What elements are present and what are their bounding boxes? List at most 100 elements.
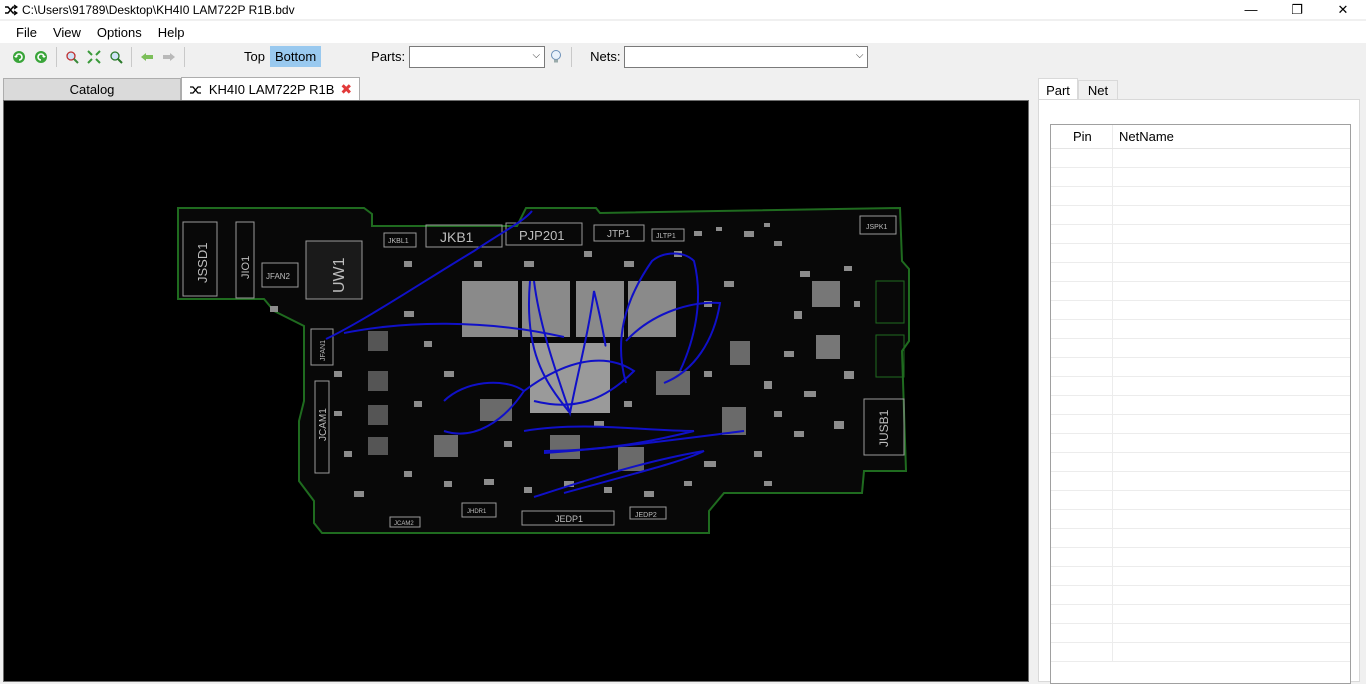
table-row[interactable] [1051, 415, 1350, 434]
table-row[interactable] [1051, 187, 1350, 206]
table-row[interactable] [1051, 301, 1350, 320]
table-row[interactable] [1051, 624, 1350, 643]
label-jedp2: JEDP2 [635, 512, 657, 519]
table-row[interactable] [1051, 263, 1350, 282]
tab-part-label: Part [1046, 82, 1070, 98]
tab-document[interactable]: KH4I0 LAM722P R1B ✖ [181, 77, 360, 101]
back-arrow-icon[interactable] [136, 46, 158, 68]
fit-icon[interactable] [83, 46, 105, 68]
netname-cell [1113, 282, 1350, 300]
table-row[interactable] [1051, 472, 1350, 491]
menu-view[interactable]: View [45, 23, 89, 42]
board-canvas[interactable]: JSSD1 JIO1 JFAN2 UW1 JKBL1 JKB1 PJP201 J… [3, 100, 1029, 682]
table-row[interactable] [1051, 282, 1350, 301]
pin-cell [1051, 301, 1113, 319]
top-view-button[interactable]: Top [239, 46, 270, 67]
netname-cell [1113, 453, 1350, 471]
tab-net-label: Net [1087, 83, 1109, 98]
table-row[interactable] [1051, 320, 1350, 339]
pin-cell [1051, 415, 1113, 433]
close-tab-icon[interactable]: ✖ [340, 81, 352, 98]
ic-mid-7 [434, 435, 458, 457]
label-jkb1: JKB1 [440, 229, 474, 245]
label-jio1: JIO1 [240, 256, 252, 279]
table-row[interactable] [1051, 643, 1350, 662]
tab-part[interactable]: Part [1038, 78, 1078, 101]
pin-cell [1051, 453, 1113, 471]
grid-rows [1051, 149, 1350, 662]
table-row[interactable] [1051, 510, 1350, 529]
shuffle-icon [189, 85, 201, 94]
table-row[interactable] [1051, 396, 1350, 415]
close-window-button[interactable]: ✕ [1320, 0, 1366, 19]
bottom-view-button[interactable]: Bottom [269, 46, 322, 67]
title-bar: C:\Users\91789\Desktop\KH4I0 LAM722P R1B… [0, 0, 1366, 19]
table-row[interactable] [1051, 149, 1350, 168]
pin-cell [1051, 529, 1113, 547]
table-row[interactable] [1051, 358, 1350, 377]
table-row[interactable] [1051, 377, 1350, 396]
nets-label: Nets: [590, 49, 621, 64]
label-jcam2: JCAM2 [394, 521, 414, 527]
board-view[interactable]: JSSD1 JIO1 JFAN2 UW1 JKBL1 JKB1 PJP201 J… [4, 101, 1029, 682]
netname-cell [1113, 472, 1350, 490]
toolbar: Top Bottom Parts: ⌵ Nets: ⌵ [0, 43, 1366, 70]
pin-cell [1051, 282, 1113, 300]
tab-net[interactable]: Net [1078, 80, 1118, 100]
col-netname-header[interactable]: NetName [1113, 125, 1174, 148]
table-row[interactable] [1051, 491, 1350, 510]
pin-net-grid[interactable]: Pin NetName [1050, 124, 1351, 684]
netname-cell [1113, 377, 1350, 395]
zoom-select-icon[interactable] [105, 46, 127, 68]
label-jusb1: JUSB1 [877, 409, 891, 447]
col-pin-header[interactable]: Pin [1051, 125, 1113, 148]
ic-left-3 [368, 405, 388, 425]
netname-cell [1113, 567, 1350, 585]
app-shuffle-icon [5, 4, 18, 15]
forward-arrow-icon[interactable] [158, 46, 180, 68]
table-row[interactable] [1051, 225, 1350, 244]
tab-catalog[interactable]: Catalog [3, 78, 181, 100]
netname-cell [1113, 434, 1350, 452]
menu-file[interactable]: File [8, 23, 45, 42]
grid-header: Pin NetName [1051, 125, 1350, 149]
netname-cell [1113, 396, 1350, 414]
label-jfan2: JFAN2 [266, 272, 291, 281]
table-row[interactable] [1051, 529, 1350, 548]
table-row[interactable] [1051, 605, 1350, 624]
netname-cell [1113, 415, 1350, 433]
netname-cell [1113, 586, 1350, 604]
toolbar-separator [131, 46, 132, 67]
netname-cell [1113, 548, 1350, 566]
table-row[interactable] [1051, 206, 1350, 225]
minimize-button[interactable]: — [1228, 0, 1274, 19]
pin-cell [1051, 396, 1113, 414]
restore-button[interactable]: ❐ [1274, 0, 1320, 19]
table-row[interactable] [1051, 434, 1350, 453]
table-row[interactable] [1051, 453, 1350, 472]
label-jtp1: JTP1 [607, 229, 631, 240]
rotate-right-icon[interactable] [30, 46, 52, 68]
lightbulb-icon[interactable] [545, 46, 567, 68]
table-row[interactable] [1051, 567, 1350, 586]
table-row[interactable] [1051, 339, 1350, 358]
menu-options[interactable]: Options [89, 23, 150, 42]
rotate-left-icon[interactable] [8, 46, 30, 68]
label-jspk1: JSPK1 [866, 224, 888, 231]
netname-cell [1113, 491, 1350, 509]
pin-cell [1051, 358, 1113, 376]
label-jcam1: JCAM1 [318, 408, 329, 441]
table-row[interactable] [1051, 548, 1350, 567]
parts-label: Parts: [371, 49, 406, 64]
pin-cell [1051, 624, 1113, 642]
pin-cell [1051, 149, 1113, 167]
table-row[interactable] [1051, 168, 1350, 187]
parts-combo[interactable]: ⌵ [409, 45, 546, 68]
zoom-icon[interactable] [61, 46, 83, 68]
nets-combo[interactable]: ⌵ [624, 45, 869, 68]
table-row[interactable] [1051, 244, 1350, 263]
table-row[interactable] [1051, 586, 1350, 605]
pin-cell [1051, 472, 1113, 490]
menu-help[interactable]: Help [150, 23, 193, 42]
ic-mid-5 [550, 435, 580, 459]
